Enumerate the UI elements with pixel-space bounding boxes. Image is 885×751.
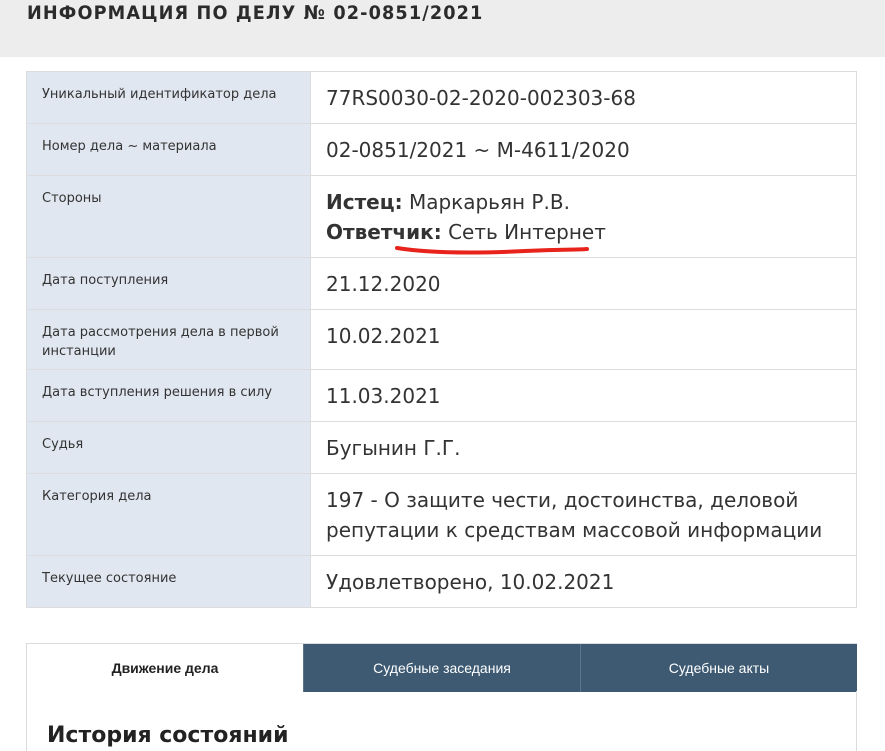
row-value: 77RS0030-02-2020-002303-68: [310, 71, 857, 124]
case-info-table: Уникальный идентификатор дела 77RS0030-0…: [26, 71, 857, 608]
plaintiff-role: Истец:: [326, 190, 403, 214]
table-row: Текущее состояние Удовлетворено, 10.02.2…: [26, 555, 857, 608]
table-row: Категория дела 197 - О защите чести, дос…: [26, 473, 857, 556]
row-label: Номер дела ~ материала: [26, 123, 311, 176]
tab-panel: История состояний: [26, 691, 857, 751]
row-label: Категория дела: [26, 473, 311, 556]
table-row: Уникальный идентификатор дела 77RS0030-0…: [26, 71, 857, 124]
case-tabs: Движение дела Судебные заседания Судебны…: [26, 643, 857, 692]
tab-case-movement[interactable]: Движение дела: [26, 644, 303, 692]
row-value: Бугынин Г.Г.: [310, 421, 857, 474]
tab-court-acts[interactable]: Судебные акты: [580, 644, 857, 692]
row-label: Стороны: [26, 175, 311, 258]
table-row: Дата поступления 21.12.2020: [26, 257, 857, 310]
row-label: Судья: [26, 421, 311, 474]
table-row: Номер дела ~ материала 02-0851/2021 ~ М-…: [26, 123, 857, 176]
row-label: Уникальный идентификатор дела: [26, 71, 311, 124]
row-value: Удовлетворено, 10.02.2021: [326, 570, 615, 594]
row-value: 11.03.2021: [310, 369, 857, 422]
row-value: 10.02.2021: [310, 309, 857, 370]
plaintiff-name: Маркарьян Р.В.: [408, 190, 570, 214]
row-label: Дата поступления: [26, 257, 311, 310]
row-value: 02-0851/2021 ~ М-4611/2020: [310, 123, 857, 176]
tab-court-sessions[interactable]: Судебные заседания: [303, 644, 580, 692]
plaintiff-line: Истец: Маркарьян Р.В.: [326, 187, 842, 217]
row-label: Дата рассмотрения дела в первой инстанци…: [26, 309, 311, 370]
row-label: Текущее состояние: [26, 555, 311, 608]
page-title: ИНФОРМАЦИЯ ПО ДЕЛУ № 02-0851/2021: [27, 2, 484, 24]
table-row: Дата вступления решения в силу 11.03.202…: [26, 369, 857, 422]
red-underline-annotation: [395, 246, 589, 255]
row-value: 21.12.2020: [310, 257, 857, 310]
table-row: Судья Бугынин Г.Г.: [26, 421, 857, 474]
row-label: Дата вступления решения в силу: [26, 369, 311, 422]
table-row: Дата рассмотрения дела в первой инстанци…: [26, 309, 857, 370]
page-header: ИНФОРМАЦИЯ ПО ДЕЛУ № 02-0851/2021: [0, 0, 885, 57]
row-value: 197 - О защите чести, достоинства, делов…: [310, 473, 857, 556]
panel-heading: История состояний: [47, 723, 289, 748]
